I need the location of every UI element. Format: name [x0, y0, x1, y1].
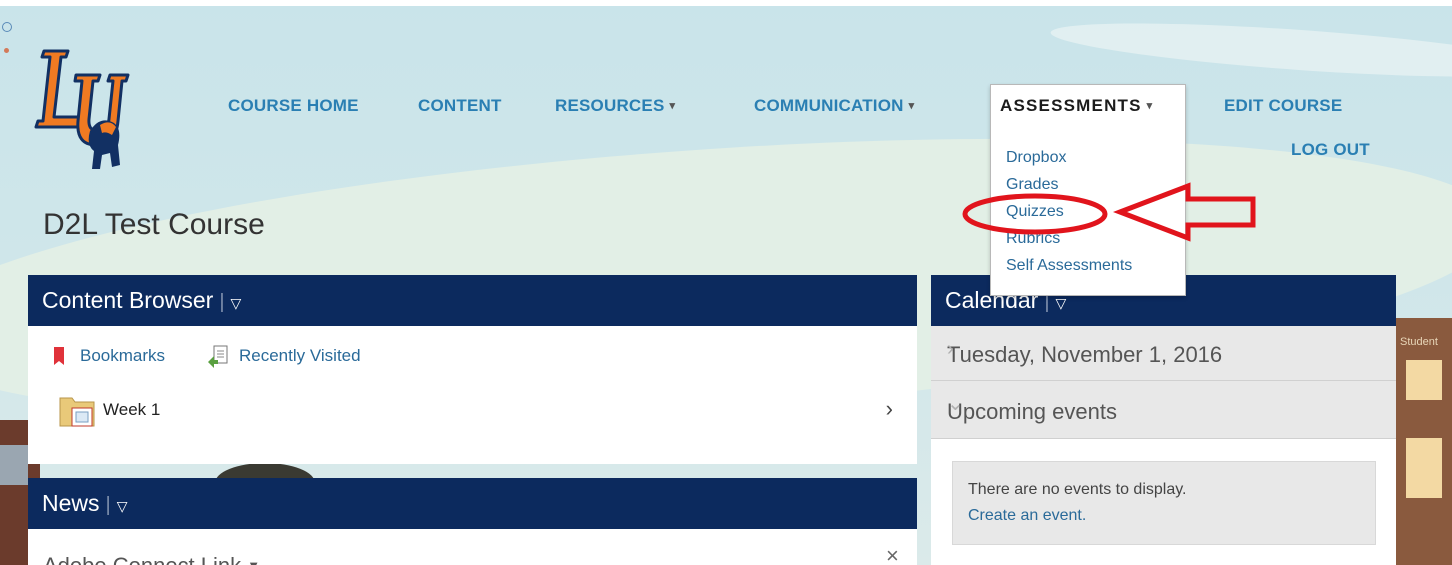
header-separator: |	[219, 291, 225, 313]
recently-visited-icon	[208, 345, 228, 368]
nav-communication-label: COMMUNICATION	[754, 96, 904, 115]
building-window	[1406, 360, 1442, 400]
university-logo[interactable]	[30, 45, 130, 175]
content-browser-title: Content Browser	[42, 287, 214, 313]
menu-item-dropbox[interactable]: Dropbox	[1006, 149, 1066, 167]
chevron-down-icon: ▾	[669, 100, 676, 112]
corner-icon	[2, 22, 12, 32]
nav-log-out[interactable]: LOG OUT	[1291, 140, 1370, 160]
module-name: Week 1	[103, 400, 161, 419]
news-title: News	[42, 490, 100, 516]
nav-content[interactable]: CONTENT	[418, 96, 502, 116]
building-window	[1406, 438, 1442, 498]
calendar-date-row[interactable]: Tuesday, November 1, 2016 ›	[931, 326, 1396, 381]
chevron-down-icon: ▼	[247, 558, 260, 565]
page-title: D2L Test Course	[43, 208, 265, 241]
nav-resources[interactable]: RESOURCES ▾	[555, 96, 675, 116]
header-separator: |	[105, 494, 111, 516]
nav-assessments-label: ASSESSMENTS	[1000, 96, 1142, 115]
nav-course-home[interactable]: COURSE HOME	[228, 96, 359, 116]
nav-resources-label: RESOURCES	[555, 96, 665, 115]
content-browser-header: Content Browser | ▽	[28, 275, 917, 326]
module-row[interactable]: Week 1 ›	[58, 392, 893, 432]
recently-visited-link[interactable]: Recently Visited	[239, 346, 361, 366]
close-icon[interactable]: ×	[886, 543, 899, 565]
nav-assessments[interactable]: ASSESSMENTS ▾	[1000, 96, 1153, 116]
chevron-right-icon: ›	[947, 338, 954, 360]
folder-icon	[59, 397, 95, 427]
chevron-down-icon: ▾	[908, 100, 915, 112]
panel-menu-icon[interactable]: ▽	[117, 498, 128, 514]
bookmark-icon	[54, 347, 64, 365]
lu-logo-icon	[34, 49, 130, 169]
corner-icon	[4, 48, 9, 53]
nav-communication[interactable]: COMMUNICATION ▾	[754, 96, 914, 116]
chevron-down-icon: ⌄	[947, 393, 964, 415]
no-events-text: There are no events to display.	[968, 481, 1187, 498]
menu-item-quizzes[interactable]: Quizzes	[1006, 203, 1064, 221]
building-right: Student	[1396, 318, 1452, 565]
news-body: Adobe Connect Link ▼ ×	[28, 529, 917, 565]
upcoming-events-row[interactable]: Upcoming events ⌄	[931, 381, 1396, 439]
top-strip	[0, 0, 1452, 6]
assessments-dropdown: ASSESSMENTS ▾ Dropbox Grades Quizzes Rubr…	[990, 84, 1186, 296]
chevron-right-icon: ›	[885, 396, 893, 421]
content-browser-body: Bookmarks Recently Visited Week 1 ›	[28, 326, 917, 464]
menu-item-rubrics[interactable]: Rubrics	[1006, 230, 1060, 248]
news-item-title[interactable]: Adobe Connect Link ▼	[43, 553, 260, 565]
chevron-down-icon: ▾	[1146, 100, 1154, 112]
nav-edit-course[interactable]: EDIT COURSE	[1224, 96, 1342, 116]
news-item-label: Adobe Connect Link	[43, 553, 241, 565]
building-left-window	[0, 445, 28, 485]
background-swoosh	[1049, 12, 1452, 88]
building-sign: Student	[1400, 336, 1438, 348]
menu-item-self-assessments[interactable]: Self Assessments	[1006, 257, 1132, 275]
panel-menu-icon[interactable]: ▽	[1056, 295, 1067, 311]
news-header: News | ▽	[28, 478, 917, 529]
create-event-link[interactable]: Create an event.	[968, 507, 1086, 525]
panel-menu-icon[interactable]: ▽	[231, 295, 242, 311]
no-events-box: There are no events to display. Create a…	[952, 461, 1376, 545]
bookmarks-link[interactable]: Bookmarks	[80, 346, 165, 366]
menu-item-grades[interactable]: Grades	[1006, 176, 1058, 194]
